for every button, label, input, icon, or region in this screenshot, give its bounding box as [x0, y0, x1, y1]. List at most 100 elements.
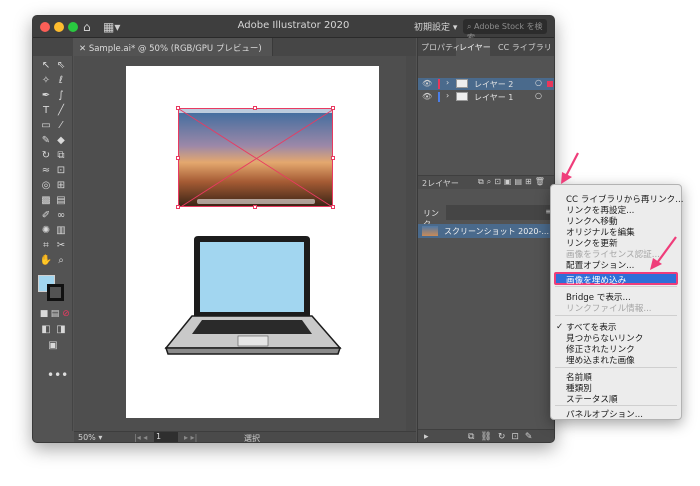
- screenshot-root: ⌂ ▦▾ Adobe Illustrator 2020 初期設定 ▾ ⌕ Ado…: [0, 0, 700, 486]
- zoom-value: 50%: [78, 433, 96, 442]
- eyedropper-tool-icon[interactable]: ✐: [39, 210, 53, 222]
- perspective-grid-tool-icon[interactable]: ⊞: [54, 180, 68, 192]
- line-tool-icon[interactable]: ╱: [54, 105, 68, 117]
- layer-row-2[interactable]: 👁 › レイヤー 2 ○: [418, 78, 554, 90]
- stock-search-input[interactable]: ⌕ Adobe Stock を検索: [463, 19, 547, 42]
- bounding-handle-mr[interactable]: [331, 156, 335, 160]
- artboard[interactable]: [126, 66, 379, 418]
- expand-arrow-icon[interactable]: ›: [446, 91, 449, 100]
- links-panel-footer: ▸ ⧉⛓↻⊡✎: [418, 429, 554, 442]
- menu-separator: [555, 315, 677, 316]
- bounding-handle-tm[interactable]: [253, 106, 257, 110]
- artboard-prev-icon[interactable]: |◂ ◂: [134, 433, 147, 442]
- target-circle-icon[interactable]: ○: [535, 78, 542, 87]
- tab-layers[interactable]: レイヤー: [459, 42, 491, 53]
- width-tool-icon[interactable]: ≈: [39, 165, 53, 177]
- menu-item-show-embedded[interactable]: 埋め込まれた画像: [566, 354, 635, 366]
- artboard-next-icon[interactable]: ▸ ▸|: [184, 433, 197, 442]
- tools-panel: ↖ ⇖ ✧ ℓ ✒ ∫ T ╱ ▭ ⁄ ✎ ◆ ↻ ⧉ ≈ ⊡ ◎ ⊞ ▩ ▤ …: [33, 56, 73, 431]
- right-panel-dock: プロパティ レイヤー CC ライブラリ 👁 › レイヤー 2 ○ 👁 › レイヤ…: [417, 38, 554, 442]
- artboard-number-field[interactable]: 1: [154, 432, 178, 442]
- stroke-color-swatch[interactable]: [47, 284, 64, 301]
- direct-selection-tool-icon[interactable]: ⇖: [54, 60, 68, 72]
- rectangle-tool-icon[interactable]: ▭: [39, 120, 53, 132]
- zoom-level[interactable]: 50% ▾: [78, 433, 102, 442]
- links-panel-menu: CC ライブラリから再リンク... リンクを再設定... リンクへ移動 オリジナ…: [550, 184, 683, 420]
- laptop-illustration[interactable]: [162, 234, 344, 364]
- document-tab-label: Sample.ai* @ 50% (RGB/GPU プレビュー): [88, 44, 262, 54]
- scale-tool-icon[interactable]: ⧉: [54, 150, 68, 162]
- canvas-area[interactable]: [74, 56, 416, 431]
- layer-color-bar: [438, 79, 440, 89]
- layer-name[interactable]: レイヤー 2: [474, 79, 513, 90]
- status-mode: 選択: [244, 434, 260, 443]
- layers-footer-icons[interactable]: ⧉⌕⊡▣▤⊞🗑: [478, 177, 548, 187]
- menu-separator: [555, 286, 677, 287]
- annotation-arrow-panel-menu: [561, 152, 579, 184]
- selection-tool-icon[interactable]: ↖: [39, 60, 53, 72]
- layer-row-1[interactable]: 👁 › レイヤー 1 ○: [418, 91, 554, 103]
- target-circle-icon[interactable]: ○: [535, 91, 542, 100]
- menu-item-panel-options[interactable]: パネルオプション...: [566, 408, 643, 420]
- gradient-tool-icon[interactable]: ▤: [54, 195, 68, 207]
- more-tools-icon[interactable]: •••: [47, 368, 68, 382]
- bounding-handle-ml[interactable]: [176, 156, 180, 160]
- menu-item-link-file-info: リンクファイル情報...: [566, 304, 652, 314]
- rotate-tool-icon[interactable]: ↻: [39, 150, 53, 162]
- menu-item-placement-options[interactable]: 配置オプション...: [566, 259, 634, 271]
- eraser-tool-icon[interactable]: ◆: [54, 135, 68, 147]
- visibility-eye-icon[interactable]: 👁: [422, 79, 432, 88]
- pen-tool-icon[interactable]: ✒: [39, 90, 53, 102]
- layer-thumbnail: [456, 92, 468, 101]
- visibility-eye-icon[interactable]: 👁: [422, 92, 432, 101]
- placed-screenshot-image[interactable]: [178, 108, 333, 207]
- selection-indicator[interactable]: [547, 81, 553, 87]
- draw-behind-icon[interactable]: ◨: [54, 324, 68, 336]
- tab-cc-libraries[interactable]: CC ライブラリ: [498, 42, 552, 53]
- free-transform-tool-icon[interactable]: ⊡: [54, 165, 68, 177]
- shaper-tool-icon[interactable]: ✎: [39, 135, 53, 147]
- layer-color-bar: [438, 92, 440, 102]
- draw-mode-icon[interactable]: ◧: [39, 324, 53, 336]
- zoom-tool-icon[interactable]: ⌕: [54, 255, 68, 267]
- show-link-info-icon[interactable]: ▸: [424, 432, 429, 442]
- link-name: スクリーンショット 2020-...: [444, 227, 550, 236]
- mesh-tool-icon[interactable]: ▩: [39, 195, 53, 207]
- screen-mode-icon[interactable]: ▣: [46, 340, 60, 352]
- expand-arrow-icon[interactable]: ›: [446, 78, 449, 87]
- bounding-handle-bm[interactable]: [253, 205, 257, 209]
- layer-count: 2レイヤー: [422, 179, 459, 188]
- column-graph-tool-icon[interactable]: ▥: [54, 225, 68, 237]
- bounding-handle-tr[interactable]: [331, 106, 335, 110]
- artboard-tool-icon[interactable]: ⌗: [39, 240, 53, 252]
- document-tab[interactable]: ✕ Sample.ai* @ 50% (RGB/GPU プレビュー): [73, 38, 273, 56]
- bounding-handle-tl[interactable]: [176, 106, 180, 110]
- bounding-handle-br[interactable]: [331, 205, 335, 209]
- linked-image-placeholder-cross: [179, 109, 332, 206]
- blend-tool-icon[interactable]: ∞: [54, 210, 68, 222]
- symbol-sprayer-tool-icon[interactable]: ✺: [39, 225, 53, 237]
- workspace-select[interactable]: 初期設定 ▾: [414, 20, 457, 33]
- layers-panel-footer: 2レイヤー ⧉⌕⊡▣▤⊞🗑: [418, 175, 554, 189]
- type-tool-icon[interactable]: T: [39, 105, 53, 117]
- menu-item-embed-image[interactable]: 画像を埋め込み: [554, 272, 678, 286]
- tab-links[interactable]: リンク: [418, 205, 446, 229]
- none-mode-icon[interactable]: ⊘: [59, 308, 73, 320]
- bounding-handle-bl[interactable]: [176, 205, 180, 209]
- menu-item-sort-status[interactable]: ステータス順: [566, 393, 618, 405]
- lasso-tool-icon[interactable]: ℓ: [54, 75, 68, 87]
- links-footer-icons[interactable]: ⧉⛓↻⊡✎: [468, 432, 538, 442]
- magic-wand-tool-icon[interactable]: ✧: [39, 75, 53, 87]
- paintbrush-tool-icon[interactable]: ⁄: [54, 120, 68, 132]
- layer-thumbnail: [456, 79, 468, 88]
- vertical-scrollbar[interactable]: [406, 56, 416, 431]
- menu-separator: [555, 367, 677, 368]
- hand-tool-icon[interactable]: ✋: [39, 255, 53, 267]
- curvature-tool-icon[interactable]: ∫: [54, 90, 68, 102]
- slice-tool-icon[interactable]: ✂: [54, 240, 68, 252]
- shape-builder-tool-icon[interactable]: ◎: [39, 180, 53, 192]
- layers-panel-tabs: プロパティ レイヤー CC ライブラリ: [418, 38, 554, 56]
- layer-name[interactable]: レイヤー 1: [474, 92, 513, 103]
- tab-properties[interactable]: プロパティ: [421, 42, 461, 53]
- links-list-item[interactable]: スクリーンショット 2020-...: [418, 224, 554, 238]
